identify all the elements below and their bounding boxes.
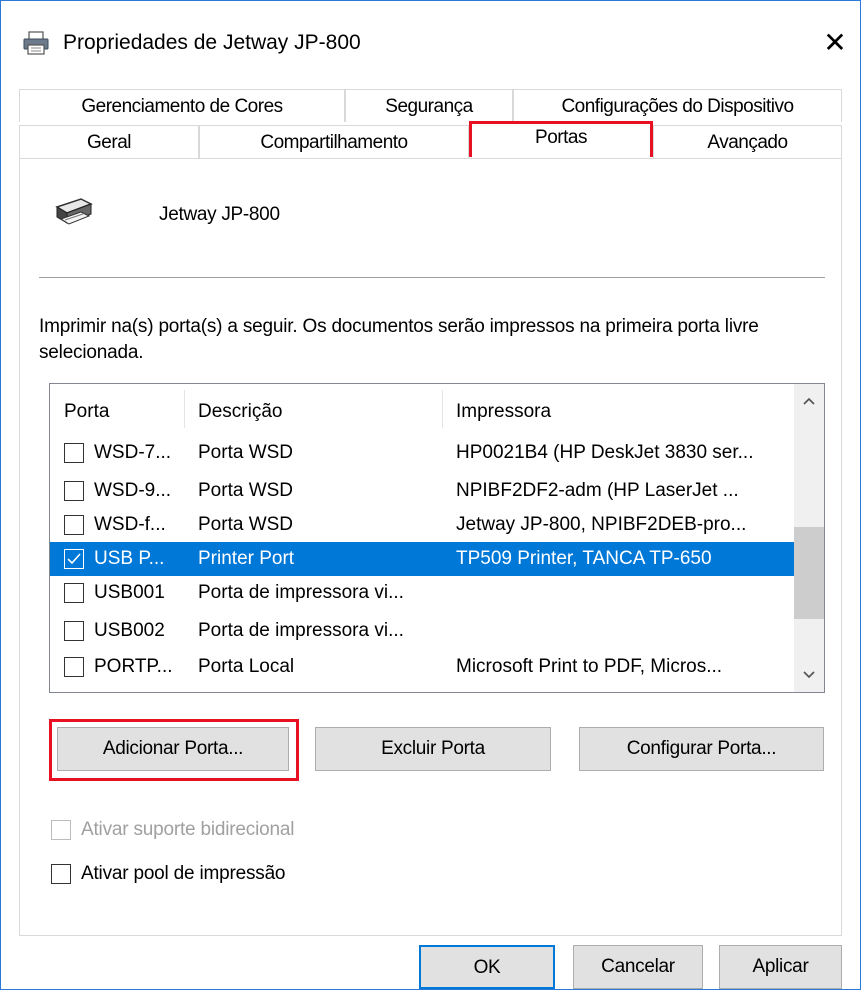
port-checkbox-checked[interactable] (64, 549, 84, 569)
close-button[interactable]: ✕ (810, 19, 860, 67)
ports-description: Imprimir na(s) porta(s) a seguir. Os doc… (39, 316, 759, 363)
printer-cell: TP509 Printer, TANCA TP-650 (456, 548, 712, 569)
printer-name: Jetway JP-800 (159, 204, 280, 225)
add-port-button[interactable]: Adicionar Porta... (57, 727, 289, 771)
port-cell: WSD-9... (94, 480, 172, 501)
table-row[interactable]: PORTP... Porta Local Microsoft Print to … (50, 650, 794, 684)
port-cell: WSD-7... (94, 442, 172, 463)
column-header-porta[interactable]: Porta (50, 384, 184, 434)
tab-portas[interactable]: Portas (469, 121, 653, 157)
description-cell: Porta WSD (198, 442, 294, 463)
port-cell: USB P... (94, 548, 165, 569)
port-checkbox[interactable] (64, 621, 84, 641)
tab-seguranca[interactable]: Segurança (345, 89, 513, 122)
tab-compartilhamento[interactable]: Compartilhamento (199, 125, 469, 158)
vertical-scrollbar[interactable] (794, 384, 824, 692)
printer-cell: Jetway JP-800, NPIBF2DEB-pro... (456, 514, 747, 535)
ports-list[interactable]: Porta Descrição Impressora WSD-7... Port… (49, 383, 825, 693)
tab-geral[interactable]: Geral (19, 125, 199, 158)
printer-properties-window: Propriedades de Jetway JP-800 ✕ Gerencia… (0, 0, 861, 990)
ok-button[interactable]: OK (419, 945, 555, 989)
table-row-selected[interactable]: USB P... Printer Port TP509 Printer, TAN… (50, 542, 794, 576)
printer-icon (51, 195, 95, 229)
port-checkbox[interactable] (64, 481, 84, 501)
title-bar: Propriedades de Jetway JP-800 ✕ (1, 1, 860, 86)
delete-port-button[interactable]: Excluir Porta (315, 727, 551, 771)
description-cell: Porta de impressora vi... (198, 582, 404, 603)
description-cell: Porta de impressora vi... (198, 620, 404, 641)
port-cell: PORTP... (94, 656, 173, 677)
cancel-button[interactable]: Cancelar (573, 945, 703, 989)
port-checkbox[interactable] (64, 443, 84, 463)
table-row[interactable]: USB002 Porta de impressora vi... (50, 614, 794, 648)
column-header-impressora[interactable]: Impressora (442, 384, 794, 434)
bidirectional-label: Ativar suporte bidirecional (81, 819, 295, 840)
port-cell: USB002 (94, 620, 165, 641)
bidirectional-checkbox (51, 820, 71, 840)
configure-port-button[interactable]: Configurar Porta... (579, 727, 824, 771)
window-title: Propriedades de Jetway JP-800 (63, 31, 361, 54)
table-row[interactable]: WSD-f... Porta WSD Jetway JP-800, NPIBF2… (50, 508, 794, 542)
port-checkbox[interactable] (64, 657, 84, 677)
description-cell: Porta WSD (198, 480, 294, 501)
table-row[interactable]: USB001 Porta de impressora vi... (50, 576, 794, 610)
tab-configuracoes-do-dispositivo[interactable]: Configurações do Dispositivo (513, 89, 842, 122)
scroll-up-arrow-icon[interactable] (794, 384, 824, 418)
separator (39, 277, 825, 278)
scrollbar-thumb[interactable] (794, 527, 824, 619)
port-checkbox[interactable] (64, 515, 84, 535)
printer-cell: NPIBF2DF2-adm (HP LaserJet ... (456, 480, 739, 501)
port-cell: USB001 (94, 582, 165, 603)
printer-cell: HP0021B4 (HP DeskJet 3830 ser... (456, 442, 754, 463)
table-row[interactable]: WSD-7... Porta WSD HP0021B4 (HP DeskJet … (50, 436, 794, 470)
scroll-down-arrow-icon[interactable] (794, 658, 824, 692)
pooling-checkbox[interactable] (51, 864, 71, 884)
table-row[interactable]: WSD-9... Porta WSD NPIBF2DF2-adm (HP Las… (50, 474, 794, 508)
description-cell: Printer Port (198, 548, 295, 569)
pooling-label[interactable]: Ativar pool de impressão (81, 861, 286, 887)
description-cell: Porta WSD (198, 514, 294, 535)
column-header-descricao[interactable]: Descrição (184, 384, 442, 434)
port-cell: WSD-f... (94, 514, 166, 535)
apply-button[interactable]: Aplicar (719, 945, 842, 989)
tab-avancado[interactable]: Avançado (653, 125, 842, 158)
port-checkbox[interactable] (64, 583, 84, 603)
printer-icon (23, 31, 49, 55)
ports-list-header: Porta Descrição Impressora (50, 384, 794, 434)
printer-cell: Microsoft Print to PDF, Micros... (456, 656, 723, 677)
description-cell: Porta Local (198, 656, 295, 677)
tab-gerenciamento-de-cores[interactable]: Gerenciamento de Cores (19, 89, 345, 122)
